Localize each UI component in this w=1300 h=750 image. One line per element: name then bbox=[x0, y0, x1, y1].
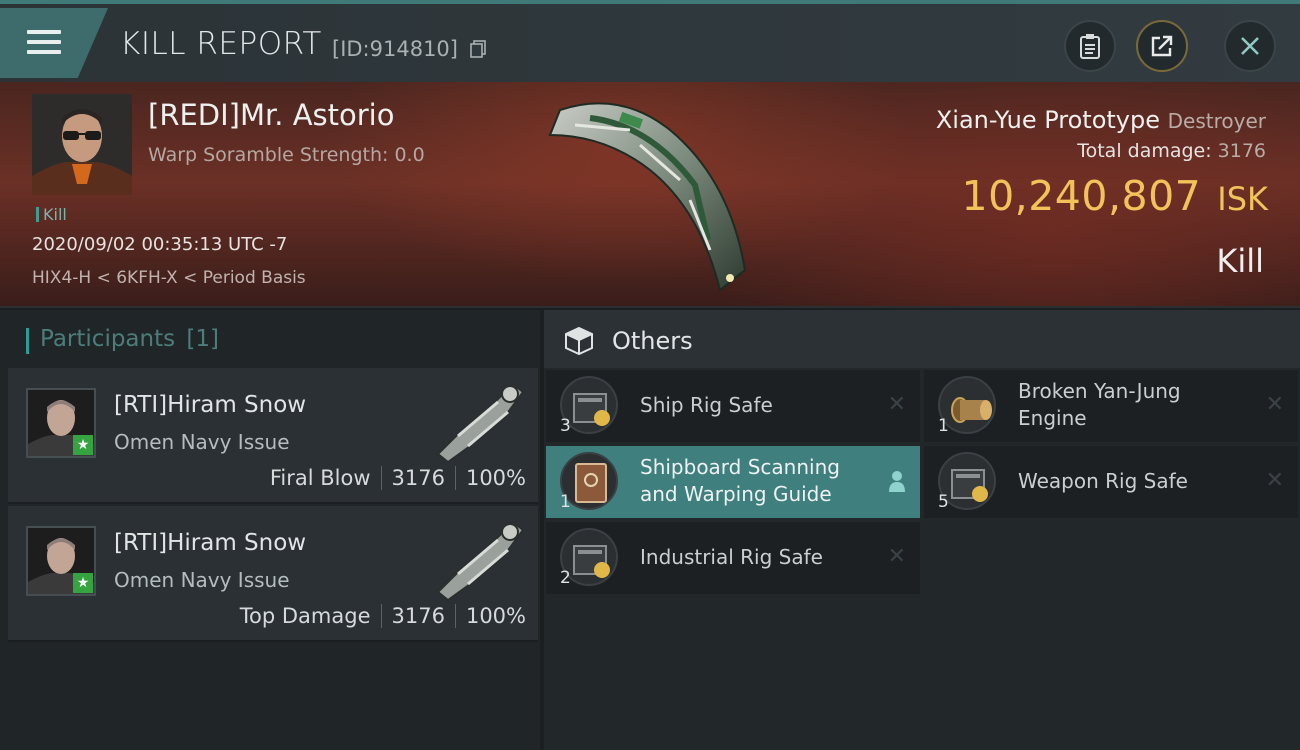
participant-ship-icon[interactable] bbox=[428, 374, 528, 464]
participant-ship: Omen Navy Issue bbox=[114, 430, 290, 454]
victim-name[interactable]: [REDI]Mr. Astorio bbox=[148, 98, 395, 132]
item-name-line1: Broken Yan-Jung bbox=[1018, 379, 1181, 403]
item-quantity: 1 bbox=[938, 416, 949, 436]
participant-stats: Firal Blow 3176 100% bbox=[270, 466, 526, 490]
victim-banner: [REDI]Mr. Astorio Warp Soramble Strength… bbox=[0, 82, 1300, 308]
menu-icon-bar bbox=[27, 40, 61, 44]
total-damage-value: 3176 bbox=[1217, 140, 1266, 162]
participant-ship: Omen Navy Issue bbox=[114, 568, 290, 592]
participants-count: [1] bbox=[186, 326, 220, 352]
participant-damage: 3176 bbox=[391, 604, 445, 628]
participants-title: Participants [1] bbox=[26, 326, 220, 354]
warp-strength: Warp Soramble Strength: 0.0 bbox=[148, 144, 425, 166]
close-icon bbox=[1241, 37, 1259, 55]
kill-timestamp: 2020/09/02 00:35:13 UTC -7 bbox=[32, 234, 288, 255]
close-button[interactable] bbox=[1224, 20, 1276, 72]
copy-icon[interactable] bbox=[470, 40, 486, 58]
participants-panel: Participants [1] ★ [RTI]Hiram Snow Omen … bbox=[0, 310, 540, 750]
share-button[interactable] bbox=[1136, 20, 1188, 72]
person-icon bbox=[889, 471, 905, 492]
ship-name[interactable]: Xian-Yue Prototype bbox=[936, 106, 1160, 134]
participant-row[interactable]: ★ [RTI]Hiram Snow Omen Navy Issue Top Da… bbox=[8, 506, 538, 642]
item-name-line1: Shipboard Scanning bbox=[640, 455, 840, 479]
page-title: KILL REPORT bbox=[120, 26, 322, 62]
menu-icon-bar bbox=[27, 50, 61, 54]
participant-role: Top Damage bbox=[239, 604, 371, 628]
victim-portrait[interactable] bbox=[32, 94, 132, 195]
report-id: [ID:914810] bbox=[332, 37, 458, 61]
divider bbox=[380, 604, 382, 628]
participant-stats: Top Damage 3176 100% bbox=[240, 604, 526, 628]
participant-row[interactable]: ★ [RTI]Hiram Snow Omen Navy Issue Firal … bbox=[8, 368, 538, 504]
destroyed-icon: ✕ bbox=[1265, 468, 1284, 493]
kill-tag: Kill bbox=[36, 205, 67, 224]
item-quantity: 5 bbox=[938, 492, 949, 512]
participant-percent: 100% bbox=[465, 604, 526, 628]
ship-info: Xian-Yue Prototype Destroyer bbox=[936, 106, 1266, 134]
participant-name[interactable]: [RTI]Hiram Snow bbox=[114, 392, 306, 418]
participant-avatar[interactable]: ★ bbox=[26, 388, 96, 458]
participant-role: Firal Blow bbox=[269, 466, 371, 490]
participant-name[interactable]: [RTI]Hiram Snow bbox=[114, 530, 306, 556]
item-name: Industrial Rig Safe bbox=[640, 545, 823, 569]
loot-item[interactable]: 1 Shipboard Scanning and Warping Guide bbox=[546, 446, 920, 518]
item-name: Weapon Rig Safe bbox=[1018, 469, 1188, 493]
star-icon: ★ bbox=[73, 573, 93, 593]
loot-item[interactable]: 1 Broken Yan-Jung Engine ✕ bbox=[924, 370, 1298, 442]
header-bar: KILL REPORT [ID:914810] bbox=[0, 0, 1300, 82]
cube-icon bbox=[565, 326, 593, 356]
destroyed-icon: ✕ bbox=[887, 544, 906, 569]
loot-item[interactable]: 2 Industrial Rig Safe ✕ bbox=[546, 522, 920, 594]
clipboard-button[interactable] bbox=[1064, 20, 1116, 72]
isk-amount: 10,240,807 bbox=[961, 172, 1202, 220]
menu-icon bbox=[27, 30, 61, 34]
total-damage: Total damage: 3176 bbox=[1077, 140, 1266, 162]
destroyed-icon: ✕ bbox=[1265, 392, 1284, 417]
destroyed-ship-icon[interactable] bbox=[530, 90, 760, 300]
star-icon: ★ bbox=[73, 435, 93, 455]
item-name: Ship Rig Safe bbox=[640, 393, 773, 417]
item-quantity: 1 bbox=[560, 492, 571, 512]
divider bbox=[380, 466, 382, 490]
total-damage-label: Total damage: bbox=[1077, 140, 1212, 162]
others-title: Others bbox=[612, 327, 693, 355]
menu-button[interactable] bbox=[0, 8, 108, 78]
participant-avatar[interactable]: ★ bbox=[26, 526, 96, 596]
destroyed-icon: ✕ bbox=[887, 392, 906, 417]
share-icon bbox=[1151, 35, 1173, 57]
isk-value: 10,240,807 ISK bbox=[962, 172, 1268, 220]
participant-damage: 3176 bbox=[391, 466, 445, 490]
item-name-line2: and Warping Guide bbox=[640, 482, 832, 506]
divider bbox=[454, 604, 456, 628]
loot-item[interactable]: 3 Ship Rig Safe ✕ bbox=[546, 370, 920, 442]
ship-class: Destroyer bbox=[1167, 109, 1266, 133]
kill-location[interactable]: HIX4-H < 6KFH-X < Period Basis bbox=[32, 268, 306, 288]
participants-label: Participants bbox=[40, 326, 176, 352]
participant-percent: 100% bbox=[465, 466, 526, 490]
clipboard-icon bbox=[1080, 34, 1100, 59]
result-label: Kill bbox=[1216, 242, 1264, 280]
others-panel: Others 3 Ship Rig Safe ✕ 1 Broken Yan-Ju… bbox=[544, 310, 1300, 750]
loot-item[interactable]: 5 Weapon Rig Safe ✕ bbox=[924, 446, 1298, 518]
isk-unit: ISK bbox=[1217, 180, 1268, 218]
item-quantity: 3 bbox=[560, 416, 571, 436]
others-header: Others bbox=[544, 310, 1300, 368]
participant-ship-icon[interactable] bbox=[428, 512, 528, 602]
item-name-line2: Engine bbox=[1018, 406, 1087, 430]
divider bbox=[454, 466, 456, 490]
pilot-avatar-icon bbox=[32, 94, 132, 195]
item-quantity: 2 bbox=[560, 568, 571, 588]
